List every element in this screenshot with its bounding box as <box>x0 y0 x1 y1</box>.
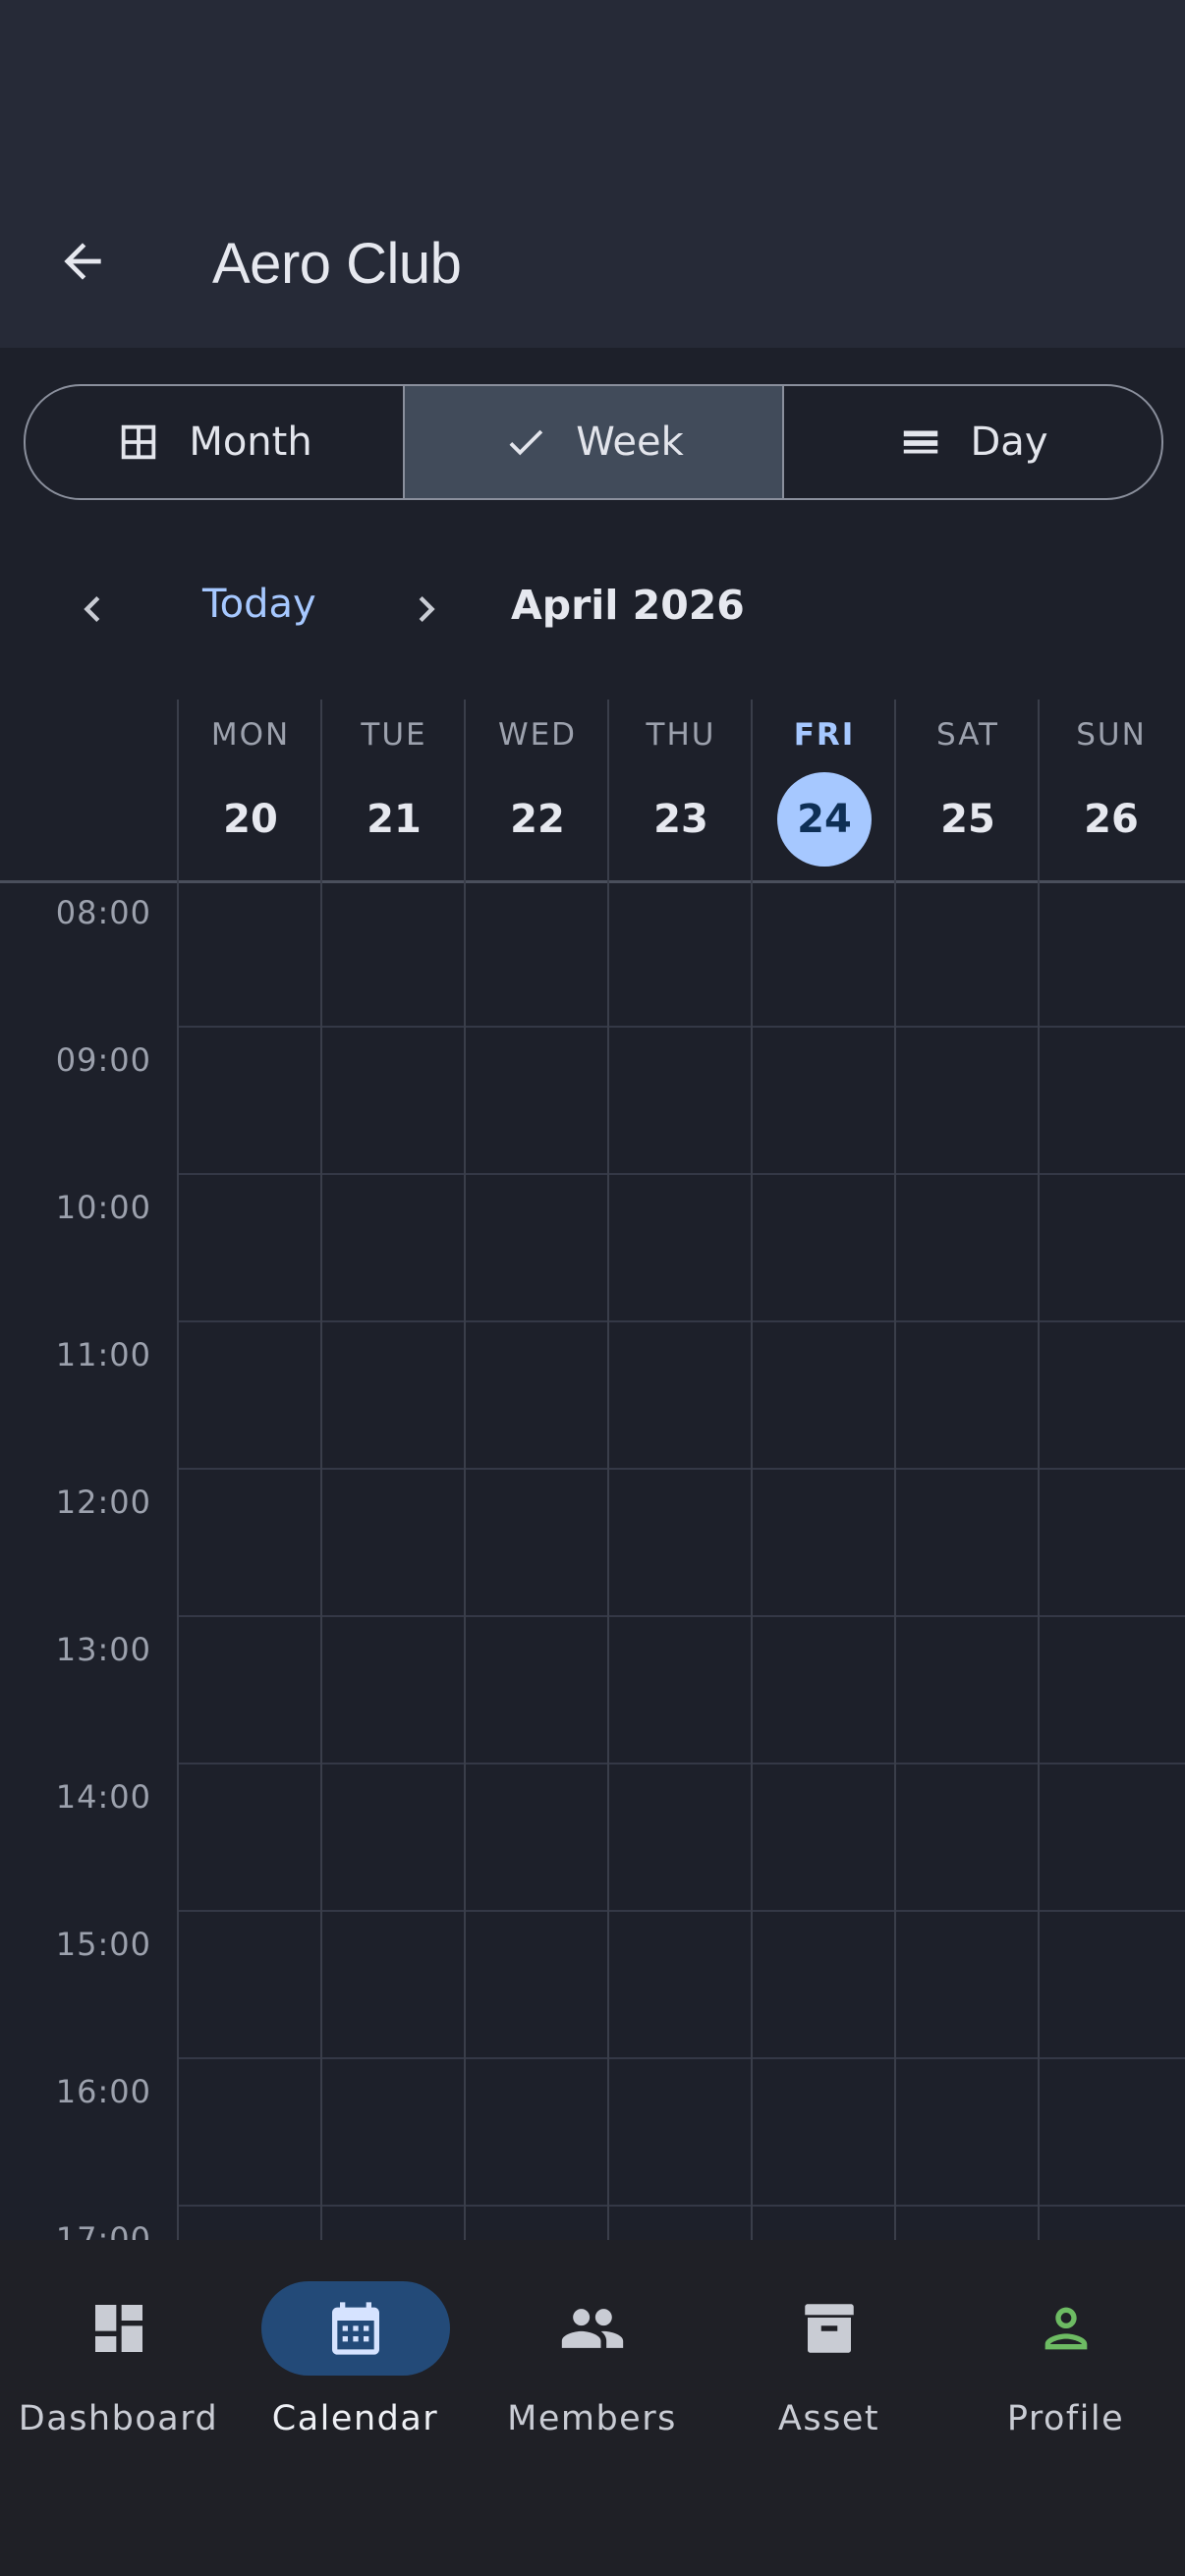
day-column-sun[interactable]: SUN 26 <box>1038 700 1183 880</box>
nav-label: Calendar <box>271 2399 439 2438</box>
previous-week-button[interactable] <box>63 580 122 639</box>
day-divider <box>751 880 753 2240</box>
hour-label: 12:00 <box>55 1484 151 1521</box>
chevron-left-icon <box>84 596 100 622</box>
week-day-header: MON 20 TUE 21 WED 22 THU 23 FRI 24 SAT 2… <box>0 700 1185 883</box>
hour-label: 15:00 <box>55 1926 151 1963</box>
nav-label: Asset <box>777 2399 880 2438</box>
nav-icon-container <box>25 2281 213 2376</box>
month-view-button[interactable]: Month <box>26 386 403 498</box>
week-view-button[interactable]: Week <box>403 386 782 498</box>
day-name: WED <box>497 717 578 753</box>
nav-icon-container <box>498 2281 687 2376</box>
nav-label: Dashboard <box>18 2399 219 2438</box>
day-view-button[interactable]: Day <box>782 386 1161 498</box>
day-view-icon <box>898 420 943 465</box>
hour-label: 14:00 <box>55 1778 151 1816</box>
nav-label: Members <box>507 2399 677 2438</box>
hour-label: 17:00 <box>55 2220 151 2240</box>
nav-asset[interactable]: Asset <box>710 2281 947 2438</box>
day-divider <box>894 880 896 2240</box>
hour-label: 16:00 <box>55 2073 151 2110</box>
hour-label: 11:00 <box>55 1336 151 1373</box>
day-name: FRI <box>793 717 856 753</box>
day-name: THU <box>646 717 716 753</box>
current-period-title: April 2026 <box>511 582 745 629</box>
day-name: TUE <box>361 717 427 753</box>
nav-icon-container <box>972 2281 1160 2376</box>
nav-calendar[interactable]: Calendar <box>237 2281 474 2438</box>
hour-label: 10:00 <box>55 1189 151 1226</box>
week-time-grid[interactable]: 08:00 09:00 10:00 11:00 12:00 13:00 14:0… <box>0 880 1185 2240</box>
dashboard-icon <box>94 2305 142 2352</box>
day-column-wed[interactable]: WED 22 <box>464 700 609 880</box>
day-name: SUN <box>1076 717 1147 753</box>
day-number: 21 <box>367 797 422 842</box>
nav-profile[interactable]: Profile <box>947 2281 1184 2438</box>
nav-active-indicator <box>260 2281 450 2376</box>
app-title: Aero Club <box>212 232 462 296</box>
day-column-mon[interactable]: MON 20 <box>177 700 322 880</box>
members-icon <box>561 2309 623 2348</box>
arrow-back-icon <box>64 243 101 280</box>
day-column-sat[interactable]: SAT 25 <box>894 700 1040 880</box>
date-navigation: Today April 2026 <box>0 560 1185 658</box>
hour-label: 09:00 <box>55 1041 151 1079</box>
next-week-button[interactable] <box>397 580 456 639</box>
grid-icon <box>116 420 161 465</box>
day-number: 26 <box>1084 797 1139 842</box>
day-divider <box>177 880 179 2240</box>
profile-icon <box>1044 2307 1087 2350</box>
hour-label: 13:00 <box>55 1631 151 1668</box>
day-column-thu[interactable]: THU 23 <box>607 700 753 880</box>
nav-label: Profile <box>1006 2399 1125 2438</box>
app-bar: Aero Club <box>0 0 1185 348</box>
day-number: 22 <box>510 797 565 842</box>
day-column-tue[interactable]: TUE 21 <box>320 700 466 880</box>
day-divider <box>320 880 322 2240</box>
nav-dashboard[interactable]: Dashboard <box>0 2281 237 2438</box>
today-date-badge: 24 <box>777 772 872 867</box>
today-button[interactable]: Today <box>202 582 316 627</box>
asset-box-icon <box>804 2304 854 2353</box>
day-number: 20 <box>223 797 278 842</box>
nav-icon-container <box>735 2281 924 2376</box>
day-divider <box>1038 880 1040 2240</box>
day-number: 25 <box>940 797 995 842</box>
bottom-navigation: Dashboard Calendar Members Asset Profile <box>0 2240 1185 2576</box>
nav-members[interactable]: Members <box>474 2281 710 2438</box>
chevron-right-icon <box>419 596 435 622</box>
check-icon <box>503 420 548 465</box>
day-divider <box>464 880 466 2240</box>
hour-label: 08:00 <box>55 894 151 931</box>
day-name: MON <box>210 717 291 753</box>
day-name: SAT <box>936 717 999 753</box>
day-column-fri-today[interactable]: FRI 24 <box>751 700 896 880</box>
back-button[interactable] <box>47 226 118 297</box>
day-view-label: Day <box>970 420 1048 465</box>
day-number: 23 <box>653 797 708 842</box>
month-view-label: Month <box>189 420 312 465</box>
view-switcher: Month Week Day <box>24 384 1163 500</box>
day-divider <box>607 880 609 2240</box>
calendar-icon <box>331 2302 379 2355</box>
week-view-label: Week <box>576 420 684 465</box>
